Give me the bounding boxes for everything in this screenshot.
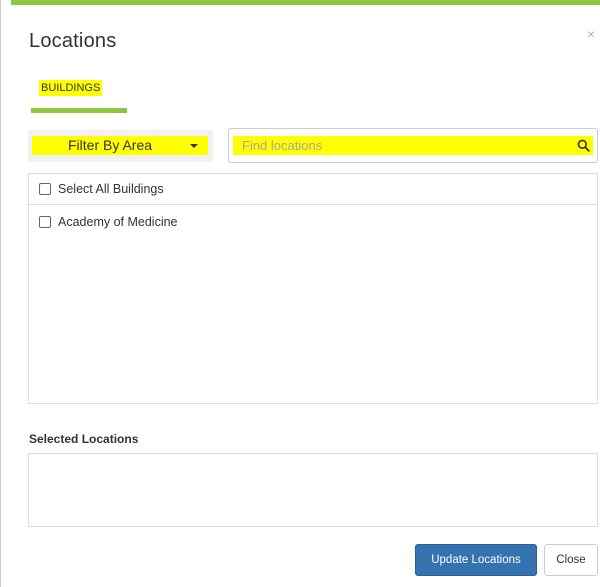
buildings-list: Select All Buildings Academy of Medicine bbox=[28, 173, 598, 404]
select-all-checkbox[interactable] bbox=[39, 183, 51, 195]
search-icon[interactable] bbox=[577, 139, 590, 152]
filter-by-area-dropdown: Filter By Area bbox=[28, 130, 213, 162]
search-highlight bbox=[233, 136, 593, 155]
select-all-row[interactable]: Select All Buildings bbox=[29, 174, 597, 205]
selected-locations-heading: Selected Locations bbox=[29, 432, 139, 446]
update-locations-button[interactable]: Update Locations bbox=[415, 544, 537, 576]
tab-buildings[interactable]: BUILDINGS bbox=[39, 80, 103, 96]
select-all-label: Select All Buildings bbox=[58, 182, 164, 196]
find-locations-input[interactable] bbox=[233, 136, 563, 155]
top-accent-bar bbox=[11, 0, 600, 5]
filter-by-area-label: Filter By Area bbox=[68, 137, 153, 153]
close-button[interactable]: Close bbox=[544, 544, 598, 576]
search-box bbox=[228, 128, 598, 163]
list-item[interactable]: Academy of Medicine bbox=[29, 206, 597, 237]
filter-by-area-button[interactable]: Filter By Area bbox=[32, 136, 208, 155]
locations-dialog: Locations × BUILDINGS Filter By Area Sel… bbox=[0, 0, 600, 587]
active-tab-indicator bbox=[31, 108, 127, 113]
building-label: Academy of Medicine bbox=[58, 214, 178, 229]
dialog-title: Locations bbox=[29, 30, 117, 52]
selected-locations-box bbox=[28, 453, 598, 527]
close-icon[interactable]: × bbox=[587, 26, 595, 42]
caret-down-icon bbox=[190, 144, 198, 148]
building-checkbox[interactable] bbox=[39, 215, 51, 228]
